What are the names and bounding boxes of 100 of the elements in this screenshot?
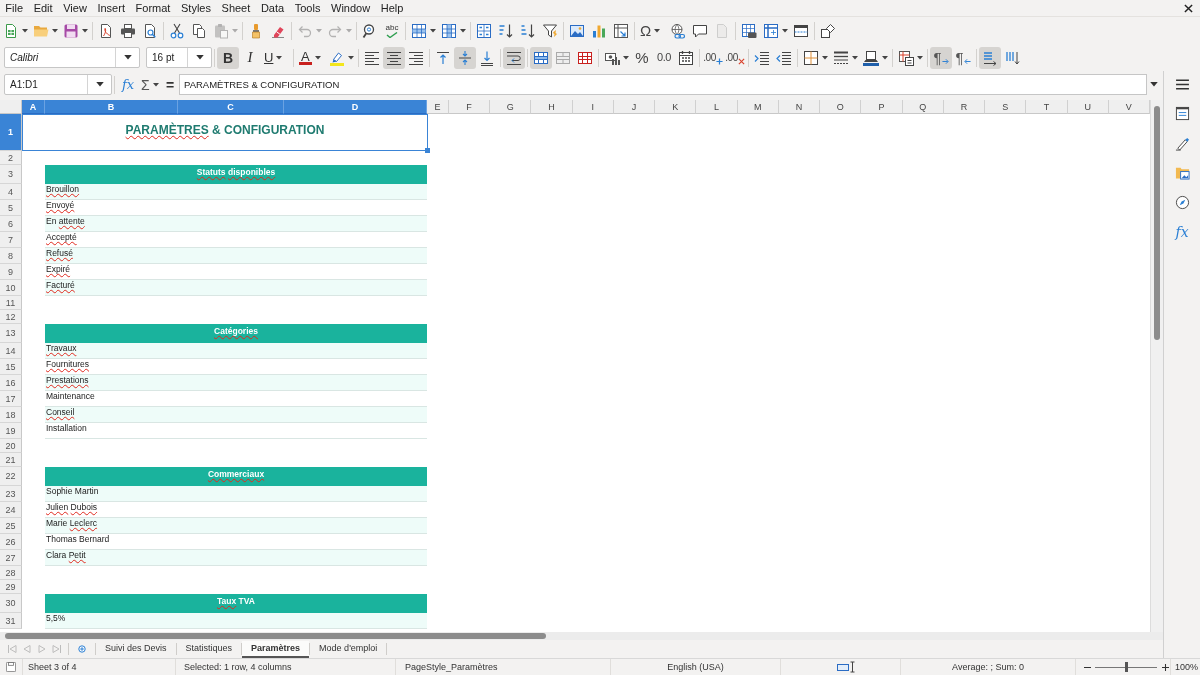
selection-mode-icon[interactable] (836, 661, 855, 673)
column-header[interactable]: J (613, 100, 656, 114)
row-header[interactable]: 7 (0, 232, 22, 248)
menu-item[interactable]: Tools (289, 0, 326, 16)
functions-button[interactable]: fx (1171, 220, 1193, 243)
column-header[interactable]: A (22, 100, 45, 114)
row-header[interactable]: 15 (0, 359, 22, 375)
italic-button[interactable]: I (239, 46, 261, 69)
row-header[interactable]: 20 (0, 439, 22, 453)
name-box[interactable]: A1:D1 (4, 74, 112, 95)
menu-item[interactable]: Data (255, 0, 290, 16)
delete-decimal-button[interactable]: .00 (724, 46, 746, 69)
column-header[interactable]: L (696, 100, 738, 114)
row-header[interactable]: 29 (0, 580, 22, 594)
column-header[interactable]: F (449, 100, 491, 114)
row-header[interactable]: 5 (0, 200, 22, 216)
sheet-tab[interactable]: Suivi des Devis (96, 640, 176, 658)
sheet-tab[interactable]: Mode d'emploi (310, 640, 387, 658)
sum-button[interactable]: Σ (139, 73, 164, 96)
row-header[interactable]: 12 (0, 310, 22, 324)
font-name-field[interactable]: Calibri (4, 47, 140, 68)
row-header[interactable]: 25 (0, 518, 22, 534)
row-header[interactable]: 9 (0, 264, 22, 280)
row-header[interactable]: 11 (0, 296, 22, 310)
zoom-slider-track[interactable] (1095, 662, 1157, 672)
column-header[interactable]: O (820, 100, 862, 114)
row-header[interactable]: 31 (0, 613, 22, 629)
column-header[interactable]: U (1067, 100, 1109, 114)
row-header[interactable]: 10 (0, 280, 22, 296)
menu-item[interactable]: Edit (28, 0, 58, 16)
row-header[interactable]: 28 (0, 566, 22, 580)
column-header[interactable]: T (1026, 100, 1068, 114)
left-to-right-button[interactable]: ¶ (930, 46, 952, 69)
row-header[interactable]: 1 (0, 114, 22, 151)
row-header[interactable]: 13 (0, 324, 22, 343)
menu-item[interactable]: Sheet (216, 0, 256, 16)
column-header[interactable]: H (531, 100, 573, 114)
row-header[interactable]: 3 (0, 165, 22, 184)
column-header[interactable]: M (737, 100, 779, 114)
row-header[interactable]: 22 (0, 467, 22, 486)
column-header[interactable]: D (284, 100, 427, 114)
column-header[interactable]: C (178, 100, 284, 114)
font-color-button[interactable]: A (296, 46, 326, 69)
row-header[interactable]: 14 (0, 343, 22, 359)
column-header[interactable]: I (572, 100, 614, 114)
sheet-tab[interactable]: Paramètres (242, 640, 310, 658)
zoom-in-button[interactable] (1160, 662, 1170, 672)
row-header[interactable]: 24 (0, 502, 22, 518)
add-decimal-button[interactable]: .00 (702, 46, 724, 69)
row-header[interactable]: 8 (0, 248, 22, 264)
text-horizontal-button[interactable] (979, 46, 1001, 69)
menu-item[interactable]: Help (375, 0, 409, 16)
scrollbar-thumb[interactable] (5, 633, 546, 639)
vertical-scrollbar[interactable] (1150, 100, 1163, 632)
row-header[interactable]: 6 (0, 216, 22, 232)
column-header[interactable]: P (861, 100, 903, 114)
wrap-text-button[interactable] (503, 46, 525, 69)
zoom-slider-thumb[interactable] (1124, 662, 1128, 672)
row-header[interactable]: 16 (0, 375, 22, 391)
spelling-button[interactable]: abc (381, 19, 403, 42)
horizontal-scrollbar[interactable] (0, 632, 1163, 640)
row-header[interactable]: 4 (0, 184, 22, 200)
formula-button[interactable]: = (164, 73, 176, 96)
percent-button[interactable]: % (631, 46, 653, 69)
row-header[interactable]: 21 (0, 453, 22, 467)
menu-item[interactable]: Insert (92, 0, 131, 16)
column-header[interactable]: G (490, 100, 532, 114)
menu-item[interactable]: Window (325, 0, 376, 16)
menu-item[interactable]: Styles (175, 0, 217, 16)
column-header[interactable]: E (427, 100, 449, 114)
row-header[interactable]: 19 (0, 423, 22, 439)
row-header[interactable]: 17 (0, 391, 22, 407)
function-wizard-button[interactable]: fx (117, 73, 139, 96)
menu-item[interactable]: Format (130, 0, 176, 16)
fill-handle-icon[interactable] (425, 148, 430, 153)
font-size-field[interactable]: 16 pt (146, 47, 212, 68)
column-header[interactable]: S (985, 100, 1027, 114)
close-document-button[interactable] (1184, 3, 1193, 13)
row-header[interactable]: 18 (0, 407, 22, 423)
right-to-left-button[interactable]: ¶ (952, 46, 974, 69)
column-header[interactable]: K (655, 100, 697, 114)
formula-input[interactable]: PARAMÈTRES & CONFIGURATION (179, 74, 1147, 95)
column-header[interactable]: R (943, 100, 986, 114)
row-header[interactable]: 26 (0, 534, 22, 550)
column-header[interactable]: Q (902, 100, 944, 114)
row-header[interactable]: 27 (0, 550, 22, 566)
bold-button[interactable]: B (217, 46, 239, 69)
column-header[interactable]: N (778, 100, 821, 114)
column-header[interactable]: V (1108, 100, 1150, 114)
number-format-button[interactable]: 0.0 (653, 46, 675, 69)
menu-item[interactable]: File (0, 0, 29, 16)
sheet-tab[interactable]: Statistiques (176, 640, 242, 658)
align-center-button[interactable] (383, 46, 405, 69)
row-header[interactable]: 30 (0, 594, 22, 613)
column-header[interactable]: B (45, 100, 178, 114)
row-header[interactable]: 23 (0, 486, 22, 502)
menu-item[interactable]: View (57, 0, 93, 16)
row-header[interactable]: 2 (0, 151, 22, 165)
special-character-button[interactable]: Ω (637, 19, 667, 42)
merge-center-button[interactable] (530, 46, 552, 69)
